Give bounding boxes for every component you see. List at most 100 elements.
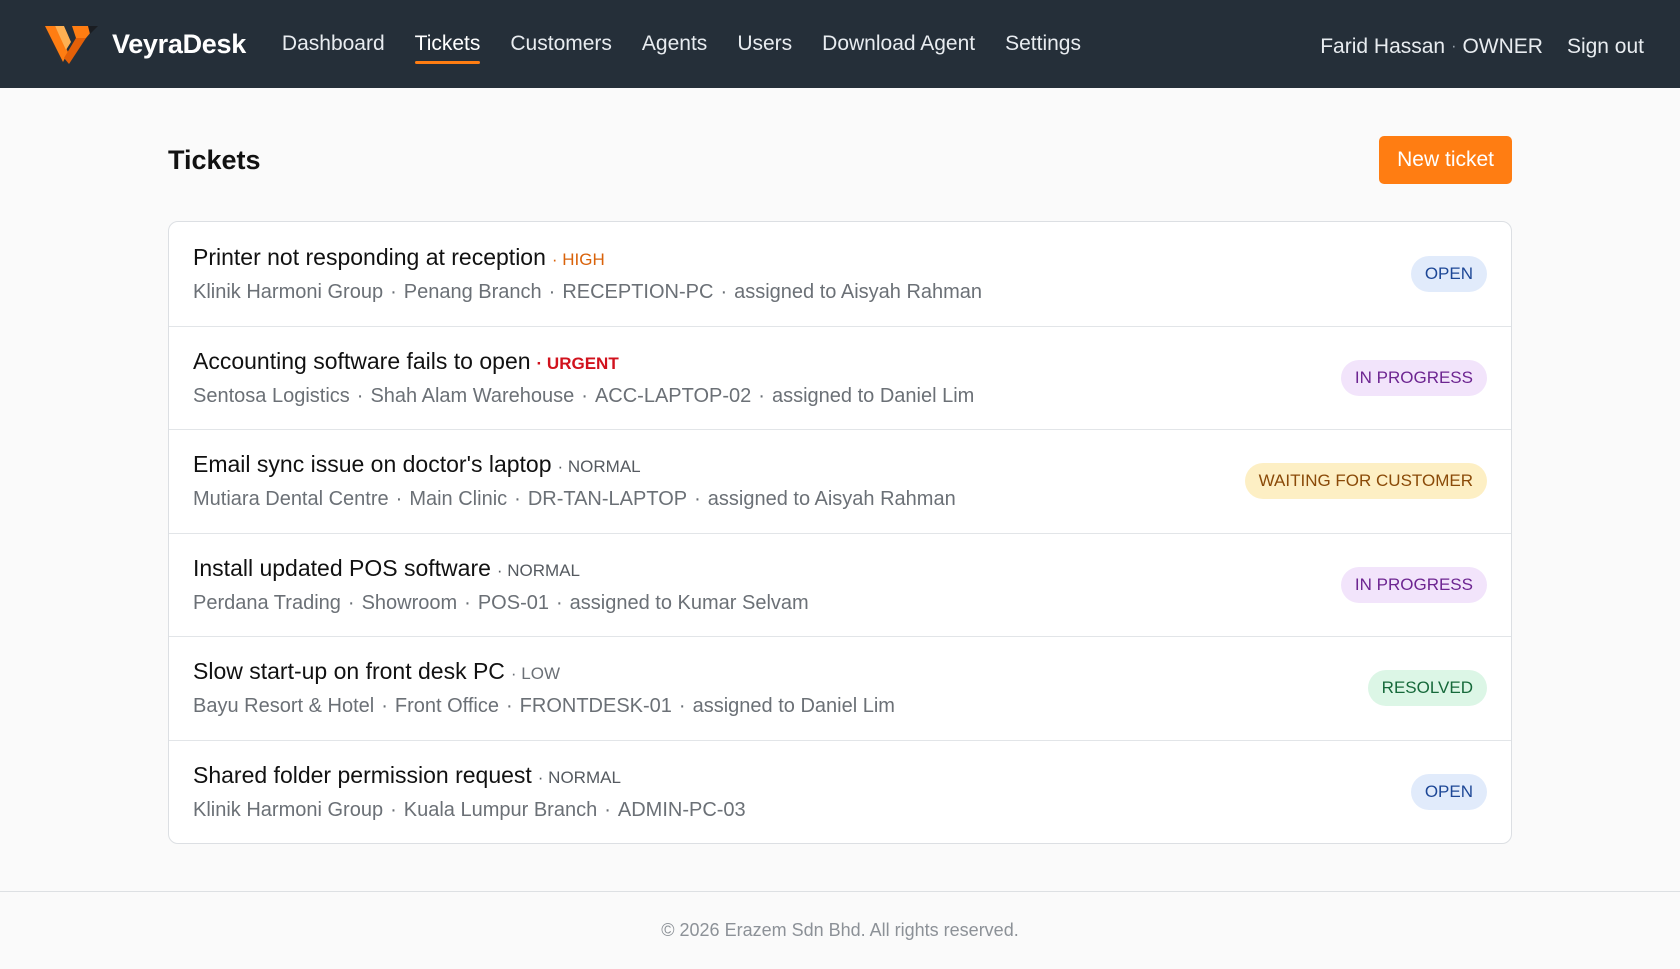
ticket-site: Penang Branch <box>403 280 542 303</box>
meta-separator: · <box>694 488 701 511</box>
meta-separator: · <box>556 591 563 614</box>
nav-users[interactable]: Users <box>737 24 792 64</box>
meta-separator: · <box>390 798 397 821</box>
ticket-title[interactable]: Accounting software fails to open <box>193 348 531 375</box>
ticket-row[interactable]: Install updated POS software · NORMAL Pe… <box>169 532 1511 637</box>
brand-name: VeyraDesk <box>112 28 246 59</box>
meta-separator: · <box>678 695 686 718</box>
meta-separator: · <box>514 488 521 511</box>
ticket-assignee: assigned to Kumar Selvam <box>569 591 809 614</box>
meta-separator: · <box>390 280 397 303</box>
meta-separator: · <box>506 695 513 718</box>
ticket-customer: Klinik Harmoni Group <box>193 280 384 303</box>
ticket-title[interactable]: Shared folder permission request <box>193 762 532 789</box>
ticket-title-line: Shared folder permission request · NORMA… <box>193 762 746 789</box>
ticket-site: Front Office <box>394 695 499 718</box>
ticket-info: Email sync issue on doctor's laptop · NO… <box>193 451 956 511</box>
footer: © 2026 Erazem Sdn Bhd. All rights reserv… <box>0 891 1680 969</box>
nav-tickets[interactable]: Tickets <box>414 24 480 64</box>
status-badge: OPEN <box>1410 255 1487 292</box>
ticket-row[interactable]: Shared folder permission request · NORMA… <box>169 739 1511 844</box>
brand[interactable]: VeyraDesk <box>38 22 246 66</box>
ticket-title-line: Slow start-up on front desk PC · LOW <box>193 658 895 685</box>
ticket-customer: Klinik Harmoni Group <box>193 798 384 821</box>
ticket-priority: · LOW <box>510 664 561 684</box>
ticket-meta: Klinik Harmoni Group · Kuala Lumpur Branch… <box>193 799 746 822</box>
ticket-site: Kuala Lumpur Branch <box>403 798 598 821</box>
ticket-meta: Bayu Resort & Hotel · Front Office · FRONTDE… <box>193 695 895 718</box>
ticket-info: Printer not responding at reception · HI… <box>193 244 982 304</box>
ticket-device: ACC-LAPTOP-02 <box>594 384 752 407</box>
ticket-title[interactable]: Printer not responding at reception <box>193 244 546 271</box>
ticket-meta: Mutiara Dental Centre · Main Clinic · DR-TAN… <box>193 488 956 511</box>
user-separator: · <box>1451 38 1457 55</box>
footer-copyright: © 2026 Erazem Sdn Bhd. All rights reserv… <box>661 920 1019 940</box>
status-badge: WAITING FOR CUSTOMER <box>1244 463 1487 500</box>
ticket-list: Printer not responding at reception · HI… <box>168 221 1512 844</box>
meta-separator: · <box>347 591 355 614</box>
ticket-row[interactable]: Printer not responding at reception · HI… <box>169 222 1511 326</box>
main-nav: Dashboard Tickets Customers Agents Users… <box>282 24 1081 64</box>
status-badge: IN PROGRESS <box>1340 566 1487 603</box>
main-content: Tickets New ticket Printer not respondin… <box>168 88 1512 844</box>
ticket-meta: Sentosa Logistics · Shah Alam Warehouse · AC… <box>193 385 974 408</box>
ticket-assignee: assigned to Aisyah Rahman <box>734 280 983 303</box>
nav-download-agent[interactable]: Download Agent <box>822 24 975 64</box>
ticket-assignee: assigned to Aisyah Rahman <box>707 488 956 511</box>
ticket-customer: Mutiara Dental Centre <box>193 488 389 511</box>
status-badge: RESOLVED <box>1367 670 1487 707</box>
nav-customers[interactable]: Customers <box>510 24 612 64</box>
ticket-customer: Perdana Trading <box>193 591 341 614</box>
ticket-meta: Klinik Harmoni Group · Penang Branch · RECEP… <box>193 281 982 304</box>
ticket-device: RECEPTION-PC <box>562 280 714 303</box>
ticket-customer: Bayu Resort & Hotel <box>193 695 375 718</box>
page-header: Tickets New ticket <box>168 136 1512 184</box>
ticket-device: ADMIN-PC-03 <box>617 798 746 821</box>
ticket-info: Install updated POS software · NORMAL Pe… <box>193 555 809 615</box>
user-name: Farid Hassan <box>1320 35 1446 58</box>
meta-separator: · <box>395 488 403 511</box>
nav-settings[interactable]: Settings <box>1005 24 1081 64</box>
ticket-priority: · NORMAL <box>496 560 581 580</box>
ticket-row[interactable]: Email sync issue on doctor's laptop · NO… <box>169 429 1511 533</box>
nav-dashboard[interactable]: Dashboard <box>282 24 385 64</box>
user-role: OWNER <box>1462 35 1543 58</box>
ticket-site: Shah Alam Warehouse <box>370 384 575 407</box>
ticket-title-line: Email sync issue on doctor's laptop · NO… <box>193 451 956 478</box>
ticket-device: DR-TAN-LAPTOP <box>527 488 688 511</box>
ticket-device: POS-01 <box>477 591 549 614</box>
brand-logo-icon <box>40 26 98 64</box>
sign-out-link[interactable]: Sign out <box>1567 35 1644 59</box>
ticket-meta: Perdana Trading · Showroom · POS-01 · assigned… <box>193 592 809 615</box>
page-title: Tickets <box>168 144 261 175</box>
meta-separator: · <box>548 280 556 303</box>
ticket-priority: · NORMAL <box>557 457 641 477</box>
meta-separator: · <box>464 591 471 614</box>
ticket-info: Shared folder permission request · NORMA… <box>193 762 746 822</box>
ticket-info: Accounting software fails to open · URGE… <box>193 348 974 408</box>
ticket-site: Main Clinic <box>409 488 508 511</box>
ticket-title[interactable]: Slow start-up on front desk PC <box>193 658 505 685</box>
ticket-title-line: Accounting software fails to open · URGE… <box>193 348 974 375</box>
ticket-priority: · NORMAL <box>537 767 621 787</box>
ticket-title[interactable]: Install updated POS software <box>193 555 491 582</box>
ticket-site: Showroom <box>361 591 458 614</box>
meta-separator: · <box>720 280 728 303</box>
nav-agents[interactable]: Agents <box>642 24 707 64</box>
ticket-device: FRONTDESK-01 <box>519 695 672 718</box>
ticket-customer: Sentosa Logistics <box>193 384 350 407</box>
top-navigation: VeyraDesk Dashboard Tickets Customers Ag… <box>0 0 1680 88</box>
user-area: Farid Hassan · OWNER Sign out <box>1320 29 1644 59</box>
ticket-row[interactable]: Slow start-up on front desk PC · LOW Bay… <box>169 636 1511 740</box>
ticket-row[interactable]: Accounting software fails to open · URGE… <box>169 325 1511 430</box>
ticket-title[interactable]: Email sync issue on doctor's laptop <box>193 451 552 478</box>
new-ticket-button[interactable]: New ticket <box>1379 136 1512 184</box>
status-badge: OPEN <box>1410 773 1487 810</box>
meta-separator: · <box>604 798 611 821</box>
ticket-title-line: Printer not responding at reception · HI… <box>193 244 982 271</box>
meta-separator: · <box>581 384 588 407</box>
ticket-assignee: assigned to Daniel Lim <box>692 695 895 718</box>
ticket-priority: · URGENT <box>536 353 619 373</box>
meta-separator: · <box>758 384 765 407</box>
ticket-info: Slow start-up on front desk PC · LOW Bay… <box>193 658 895 718</box>
